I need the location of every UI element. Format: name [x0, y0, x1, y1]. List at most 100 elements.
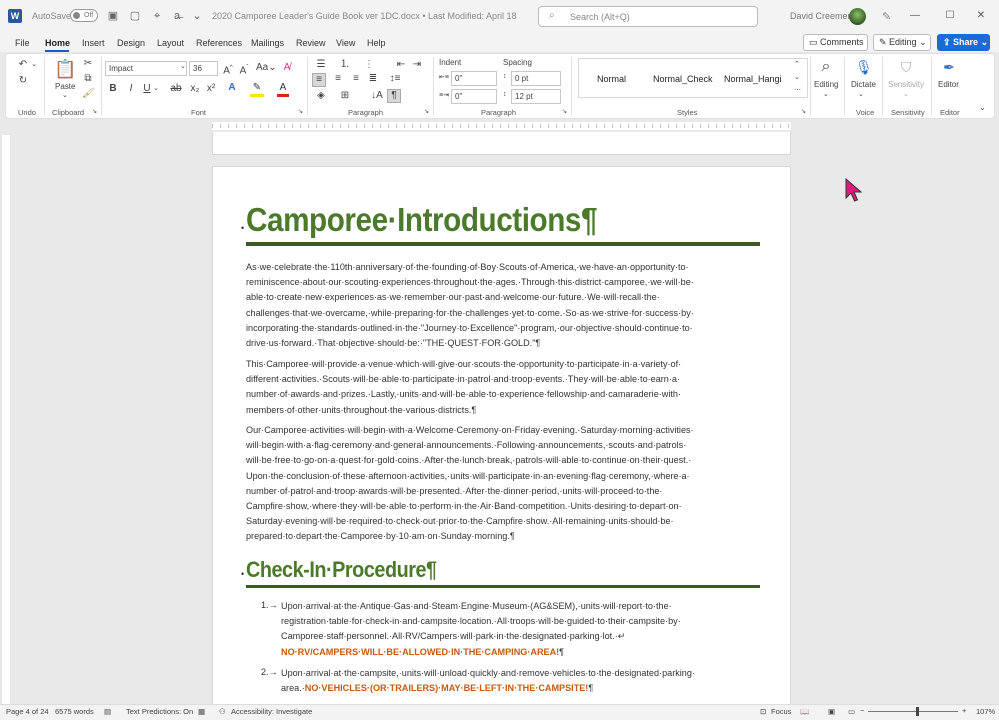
page-count[interactable]: Page 4 of 24 — [6, 707, 49, 716]
tab-design[interactable]: Design — [117, 38, 145, 48]
editing-group-label[interactable]: Editing — [814, 80, 838, 89]
maximize-icon[interactable]: ☐ — [935, 6, 965, 26]
tab-file[interactable]: File — [15, 38, 30, 48]
align-left-icon[interactable]: ≡ — [312, 73, 326, 87]
share-button[interactable]: ⇪ Share ⌄ — [937, 34, 990, 51]
multilevel-list-icon[interactable]: ⋮ — [362, 59, 376, 71]
tab-references[interactable]: References — [196, 38, 242, 48]
grow-font-icon[interactable]: A^ — [222, 62, 234, 77]
font-name-select[interactable]: Impact — [105, 61, 187, 76]
font-size-select[interactable]: 36 — [189, 61, 218, 76]
editor-label[interactable]: Editor — [938, 80, 959, 89]
tab-insert[interactable]: Insert — [82, 38, 105, 48]
shrink-font-icon[interactable]: Aˇ — [238, 62, 250, 77]
dialog-launcher-icon[interactable]: ↘ — [562, 108, 567, 115]
user-name[interactable]: David Creemer — [790, 11, 851, 21]
redo-icon[interactable]: ↻ — [16, 75, 30, 87]
strikethrough-icon[interactable]: a̶ — [170, 9, 184, 23]
line-spacing-icon[interactable]: ↕≡ — [386, 73, 404, 85]
indent-left-input[interactable]: 0" — [451, 71, 497, 86]
cut-icon[interactable]: ✂ — [82, 58, 94, 70]
tab-mailings[interactable]: Mailings — [251, 38, 284, 48]
autosave-toggle[interactable]: Off — [70, 9, 98, 22]
microphone-icon[interactable]: 🎙 — [855, 57, 873, 77]
minimize-icon[interactable]: — — [900, 6, 930, 26]
zoom-slider-thumb[interactable] — [916, 707, 919, 716]
spacing-after-input[interactable]: 12 pt — [511, 89, 561, 104]
paste-label[interactable]: Paste — [55, 82, 75, 91]
paragraph-3[interactable]: Our·Camporee·activities·will·begin·with·… — [246, 423, 760, 545]
undo-icon[interactable]: ↶ — [16, 59, 30, 71]
italic-icon[interactable]: I — [126, 83, 136, 95]
zoom-slider[interactable] — [868, 711, 958, 712]
tab-review[interactable]: Review — [296, 38, 326, 48]
chevron-down-icon[interactable]: ⌄ — [30, 59, 38, 71]
clear-formatting-icon[interactable]: A̸ — [281, 62, 293, 74]
proofing-icon[interactable]: ▤ — [104, 707, 111, 716]
dialog-launcher-icon[interactable]: ↘ — [92, 108, 97, 115]
dialog-launcher-icon[interactable]: ↘ — [424, 108, 429, 115]
tab-layout[interactable]: Layout — [157, 38, 184, 48]
close-icon[interactable]: ✕ — [966, 6, 996, 26]
paste-icon[interactable]: 📋 — [54, 58, 76, 80]
document-page[interactable]: • Camporee·Introductions¶ As·we·celebrat… — [212, 166, 791, 706]
strikethrough-icon[interactable]: ab — [169, 83, 183, 95]
document-title[interactable]: 2020 Camporee Leader's Guide Book ver 1D… — [212, 11, 517, 21]
style-normal-hanging[interactable]: Normal_Hangi — [724, 74, 782, 84]
copy-icon[interactable]: ⧉ — [82, 73, 94, 85]
zoom-in-icon[interactable]: + — [962, 706, 966, 715]
font-color-icon[interactable]: A — [277, 82, 289, 97]
format-painter-icon[interactable]: ⌖ — [150, 9, 164, 23]
format-painter-icon[interactable]: 🖌 — [82, 88, 95, 100]
subscript-icon[interactable]: x₂ — [189, 83, 201, 95]
chevron-down-icon[interactable]: ⌄ — [152, 83, 160, 95]
style-normal-check[interactable]: Normal_Check — [653, 74, 713, 84]
text-predictions-status[interactable]: Text Predictions: On — [126, 707, 193, 716]
pen-icon[interactable]: ✎ — [882, 10, 891, 23]
list-item[interactable]: Upon·arrival·at·the·Antique·Gas·and·Stea… — [281, 599, 761, 660]
tab-home[interactable]: Home — [45, 38, 70, 48]
word-count[interactable]: 6575 words — [55, 707, 94, 716]
zoom-out-icon[interactable]: − — [860, 706, 864, 715]
spacing-before-input[interactable]: 0 pt — [511, 71, 561, 86]
focus-icon[interactable]: ⊡ — [760, 707, 766, 716]
comments-button[interactable]: ▭ Comments — [803, 34, 868, 51]
sort-icon[interactable]: ↓A — [370, 90, 384, 102]
zoom-level[interactable]: 107% — [976, 707, 995, 716]
text-effects-icon[interactable]: A — [226, 82, 238, 94]
customize-toolbar-icon[interactable]: ⌄ — [190, 9, 204, 23]
web-layout-icon[interactable]: ▭ — [848, 707, 855, 716]
macro-icon[interactable]: ▦ — [198, 707, 205, 716]
chevron-down-icon[interactable]: ⌄ — [823, 90, 829, 98]
find-icon[interactable]: ⌕ — [816, 57, 836, 77]
align-right-icon[interactable]: ≡ — [349, 73, 363, 85]
editor-icon[interactable]: ✒ — [940, 57, 958, 77]
print-layout-icon[interactable]: ▣ — [828, 707, 835, 716]
shading-icon[interactable]: ◈ — [314, 90, 328, 102]
bullets-icon[interactable]: ☰ — [314, 59, 328, 71]
search-input[interactable]: ⌕ Search (Alt+Q) — [538, 6, 758, 27]
highlight-color-icon[interactable]: ✎ — [250, 82, 264, 97]
scroll-up-icon[interactable]: ⌃ — [794, 60, 800, 68]
editing-mode-button[interactable]: ✎ Editing ⌄ — [873, 34, 931, 51]
justify-icon[interactable]: ≣ — [366, 73, 380, 85]
accessibility-status[interactable]: Accessibility: Investigate — [231, 707, 312, 716]
style-normal[interactable]: Normal — [597, 74, 626, 84]
read-mode-icon[interactable]: 📖 — [800, 707, 809, 716]
list-item[interactable]: Upon·arrival·at·the·campsite,·units·will… — [281, 666, 761, 696]
chevron-down-icon[interactable]: ⌄ — [62, 91, 68, 99]
superscript-icon[interactable]: x² — [205, 83, 217, 95]
decrease-indent-icon[interactable]: ⇤ — [394, 59, 408, 71]
change-case-icon[interactable]: Aa⌄ — [256, 62, 277, 74]
more-styles-icon[interactable]: ⋯ — [794, 86, 801, 94]
bold-icon[interactable]: B — [108, 83, 118, 95]
dialog-launcher-icon[interactable]: ↘ — [298, 108, 303, 115]
save-icon[interactable]: ▣ — [106, 9, 120, 23]
horizontal-ruler[interactable] — [0, 120, 999, 132]
focus-button[interactable]: Focus — [771, 707, 791, 716]
accessibility-icon[interactable]: ⚇ — [219, 707, 226, 716]
paragraph-1[interactable]: As·we·celebrate·the·110th·anniversary·of… — [246, 260, 760, 351]
tab-help[interactable]: Help — [367, 38, 386, 48]
ribbon-collapse-icon[interactable]: ⌄ — [979, 103, 986, 112]
dictate-label[interactable]: Dictate — [851, 80, 876, 89]
